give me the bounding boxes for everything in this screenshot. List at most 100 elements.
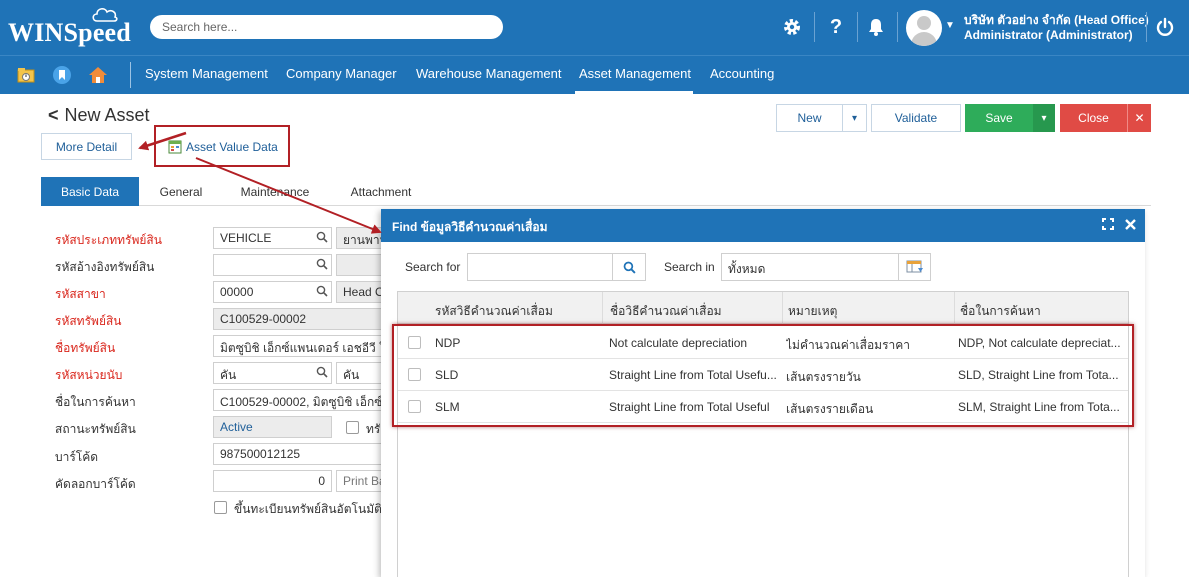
new-dropdown-button[interactable]: ▾ — [843, 104, 867, 132]
asset-type-code-field[interactable]: VEHICLE — [213, 227, 332, 249]
unit-code-value: คัน — [220, 368, 237, 382]
menu-divider — [130, 62, 131, 88]
save-dropdown-button[interactable]: ▾ — [1033, 104, 1055, 132]
asset-value-data-label: Asset Value Data — [186, 139, 278, 154]
copy-barcode-count-field[interactable]: 0 — [213, 470, 332, 492]
print-barcode-button[interactable]: Print Barcode — [336, 470, 386, 492]
auto-register-label: ขึ้นทะเบียนทรัพย์สินอัตโนมัติ — [234, 502, 382, 516]
header-divider — [857, 12, 858, 42]
help-icon[interactable]: ? — [823, 14, 849, 40]
row-note: ไม่คำนวณค่าเสื่อมราคา — [786, 338, 911, 352]
dialog-title: Find ข้อมูลวิธีคำนวณค่าเสื่อม — [392, 220, 548, 234]
asset-ref-code-field[interactable] — [213, 254, 332, 276]
gear-icon[interactable] — [779, 14, 805, 40]
new-button-label: New — [797, 111, 822, 125]
row-code: SLD — [435, 368, 459, 382]
row-note: เส้นตรงรายเดือน — [786, 402, 874, 416]
more-detail-button[interactable]: More Detail — [41, 133, 132, 160]
bookmark-icon[interactable] — [52, 65, 72, 85]
label-copy-barcode: คัดลอกบาร์โค้ด — [55, 477, 136, 491]
branch-name-field: Head Office — [336, 281, 386, 303]
asset-ref-name-field — [336, 254, 386, 276]
row-checkbox[interactable] — [408, 400, 421, 413]
row-note: เส้นตรงรายวัน — [786, 370, 861, 384]
menu-company-manager[interactable]: Company Manager — [286, 66, 397, 81]
bell-icon[interactable] — [863, 14, 889, 40]
folder-clock-icon[interactable] — [16, 65, 36, 85]
menu-asset-management[interactable]: Asset Management — [579, 66, 691, 81]
search-icon[interactable] — [316, 366, 328, 378]
validate-button[interactable]: Validate — [871, 104, 961, 132]
col-header-search[interactable]: ชื่อในการค้นหา — [960, 302, 1041, 321]
col-header-name[interactable]: ชื่อวิธีคำนวณค่าเสื่อม — [610, 302, 722, 321]
asset-status-field[interactable]: Active — [213, 416, 332, 438]
asset-name-field[interactable]: มิตซูบิชิ เอ็กซ์แพนเดอร์ เอชอีวี ใหม่ — [213, 335, 386, 357]
label-branch-code: รหัสสาขา — [55, 287, 106, 301]
asset-value-data-content: Asset Value Data — [168, 139, 278, 154]
save-button[interactable]: Save — [965, 104, 1033, 132]
branch-code-value: 00000 — [220, 285, 254, 299]
back-chevron-icon[interactable]: < — [48, 105, 59, 125]
row-checkbox[interactable] — [408, 336, 421, 349]
table-row[interactable]: SLD Straight Line from Total Usefu... เส… — [398, 359, 1128, 391]
search-for-input[interactable] — [467, 253, 613, 281]
intangible-asset-checkbox[interactable] — [346, 421, 359, 434]
row-search-name: NDP, Not calculate depreciat... — [958, 336, 1121, 350]
tab-attachment[interactable]: Attachment — [338, 177, 424, 206]
avatar-body-shape — [911, 32, 937, 46]
tab-general[interactable]: General — [145, 177, 217, 206]
search-icon[interactable] — [316, 285, 328, 297]
maximize-icon[interactable] — [1102, 218, 1114, 230]
search-name-field[interactable]: C100529-00002, มิตซูบิชิ เอ็กซ์แพนเดอร์ — [213, 389, 386, 411]
avatar[interactable] — [906, 10, 942, 46]
branch-code-field[interactable]: 00000 — [213, 281, 332, 303]
menu-accounting[interactable]: Accounting — [710, 66, 774, 81]
spreadsheet-icon — [168, 140, 182, 154]
unit-name-field: คัน — [336, 362, 386, 384]
column-picker-icon — [906, 260, 923, 273]
chevron-down-icon[interactable]: ▼ — [945, 20, 955, 31]
table-row[interactable]: NDP Not calculate depreciation ไม่คำนวณค… — [398, 327, 1128, 359]
search-in-field[interactable]: ทั้งหมด — [721, 253, 899, 281]
menu-warehouse-management[interactable]: Warehouse Management — [416, 66, 562, 81]
close-icon[interactable]: ✕ — [1127, 104, 1151, 132]
header-divider — [1146, 12, 1147, 42]
search-icon — [623, 261, 636, 274]
power-icon[interactable] — [1152, 14, 1178, 40]
page-title-text: New Asset — [64, 105, 150, 125]
tab-maintenance[interactable]: Maintenance — [232, 177, 318, 206]
active-menu-indicator — [575, 91, 693, 94]
search-button[interactable] — [612, 253, 646, 281]
tab-basic-data[interactable]: Basic Data — [41, 177, 139, 206]
search-icon[interactable] — [316, 258, 328, 270]
row-name: Straight Line from Total Useful — [609, 400, 770, 414]
app-logo[interactable]: WINSpeed — [8, 18, 131, 48]
table-row[interactable]: SLM Straight Line from Total Useful เส้น… — [398, 391, 1128, 423]
search-icon[interactable] — [316, 231, 328, 243]
global-search-input[interactable] — [150, 15, 503, 39]
col-header-note[interactable]: หมายเหตุ — [788, 302, 837, 321]
barcode-field[interactable]: 987500012125 — [213, 443, 386, 465]
close-icon[interactable] — [1124, 218, 1137, 231]
auto-register-checkbox[interactable] — [214, 501, 227, 514]
asset-value-data-button[interactable]: Asset Value Data — [154, 125, 290, 167]
search-in-picker-button[interactable] — [898, 253, 931, 281]
col-divider — [954, 292, 955, 324]
col-divider — [782, 292, 783, 324]
close-button[interactable]: Close — [1060, 104, 1127, 132]
main-menu-bar: System Management Company Manager Wareho… — [0, 55, 1189, 94]
row-checkbox[interactable] — [408, 368, 421, 381]
label-asset-code: รหัสทรัพย์สิน — [55, 314, 122, 328]
label-asset-ref-code: รหัสอ้างอิงทรัพย์สิน — [55, 260, 155, 274]
asset-type-code-value: VEHICLE — [220, 231, 272, 245]
unit-code-field[interactable]: คัน — [213, 362, 332, 384]
home-icon[interactable] — [88, 65, 108, 85]
row-search-name: SLD, Straight Line from Tota... — [958, 368, 1119, 382]
row-search-name: SLM, Straight Line from Tota... — [958, 400, 1120, 414]
col-header-code[interactable]: รหัสวิธีคำนวณค่าเสื่อม — [435, 302, 553, 321]
menu-system-management[interactable]: System Management — [145, 66, 268, 81]
new-button[interactable]: New — [776, 104, 843, 132]
chevron-down-icon: ▾ — [1041, 112, 1047, 124]
user-name[interactable]: Administrator (Administrator) — [964, 28, 1133, 42]
intangible-asset-label: ทรัพย์สินไม่มีตัวตน — [366, 422, 380, 436]
